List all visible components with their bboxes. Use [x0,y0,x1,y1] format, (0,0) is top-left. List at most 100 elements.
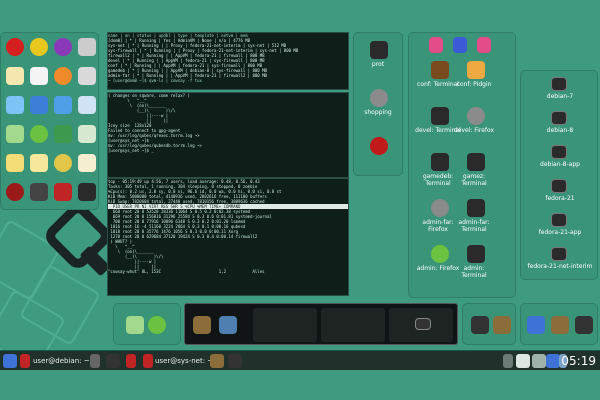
app-label: admin-far: Terminal [458,219,490,233]
taskbar-item-debian[interactable]: user@debian: ~ [33,354,90,368]
qubes-tray-icon[interactable] [546,354,560,368]
terminal-sys-net[interactable]: ( changes on sqware, come relax? ) \ ^__… [107,92,349,178]
terminal-red2-icon[interactable] [54,183,72,201]
tools-icon[interactable] [493,316,511,334]
app-label: devel: Firefox [453,127,495,134]
dock-window-slot[interactable] [253,308,317,342]
app-green-icon[interactable] [148,316,166,334]
pink-lock-icon[interactable] [429,37,443,53]
terminal-icon[interactable] [431,107,449,125]
apps-panel: conf: Terminal conf: Pidgin devel: Termina… [408,32,516,298]
terminal-icon[interactable] [467,199,485,217]
terminal-icon[interactable] [551,145,567,159]
terminal-line: [user@sys_net ~]$ _ [108,148,154,153]
terminal-icon[interactable] [30,183,48,201]
lock-icon [126,354,136,368]
firefox-gray-icon[interactable] [431,199,449,217]
template-label: debian-8-app [540,161,580,168]
disk-icon[interactable] [78,67,96,85]
app-green-icon[interactable] [30,125,48,143]
terminal-qvm-ls[interactable]: name | on | status | updbl | type | temp… [107,32,349,90]
firefox-green-icon[interactable] [431,245,449,263]
template-label: fedora-21 [545,195,575,202]
orange-app-icon[interactable] [54,67,72,85]
terminal-line: "cowsay-whut" 8L, 153C 1,2 Alles [108,269,265,274]
terminal-dark-icon[interactable] [78,183,96,201]
red-app-icon[interactable] [6,38,24,56]
template-label: fedora-21-app [538,229,582,236]
taskbar: user@debian: ~ user@sys-net: ~ 05:19 [0,350,600,370]
dock-right-panel [462,303,516,345]
terminal-icon[interactable] [431,153,449,171]
lock-icon [90,354,100,368]
clock[interactable]: 05:19 [561,353,596,369]
lock-icon [143,354,153,368]
terminal-top-htop[interactable]: top - 05:19:49 up 4:56, 7 users, load av… [107,178,349,296]
file-yellow-icon[interactable] [6,154,24,172]
terminal-icon[interactable] [228,354,242,368]
template-label: fedora-21-net-interim [527,263,593,270]
template-label: debian-8 [546,127,574,134]
settings-yellow-icon[interactable] [78,154,96,172]
firefox-gray-icon[interactable] [370,89,388,107]
app-label: admin: Terminal [461,265,487,279]
dark-terminal-icon[interactable] [370,41,388,59]
taskbar-item-sys-net[interactable]: user@sys-net: ~ [155,354,213,368]
blue-lock-icon[interactable] [453,37,467,53]
terminal-icon[interactable] [551,179,567,193]
mid-panel: prot shopping [353,32,403,176]
file-green-icon[interactable] [126,316,144,334]
pidgin-icon[interactable] [467,61,485,79]
chat-green-icon[interactable] [54,125,72,143]
tools-icon[interactable] [210,354,224,368]
qubes-logo-tail [79,245,111,277]
mid-panel-label: prot [371,61,385,68]
terminal-icon[interactable] [551,111,567,125]
qubes-menu-icon[interactable] [3,354,17,368]
dock-far-right-panel [520,303,598,345]
main-dock [184,303,458,345]
terminal-orange-icon[interactable] [431,61,449,79]
tools-icon[interactable] [551,316,569,334]
purple-app-icon[interactable] [54,38,72,56]
pink-lock2-icon[interactable] [477,37,491,53]
terminal-prompt: ~ [user@dom0 ~]$ qvm-ls | cowsay -f tux [108,78,202,83]
settings-green-icon[interactable] [78,125,96,143]
terminal-icon[interactable] [415,318,431,330]
settings-blue-icon[interactable] [78,96,96,114]
terminal-red-icon[interactable] [6,183,24,201]
terminal-icon[interactable] [551,247,567,261]
terminal-icon[interactable] [467,153,485,171]
yellow-app-icon[interactable] [30,38,48,56]
dock-window-slot[interactable] [321,308,385,342]
dock-left-panel [113,303,181,345]
settings-icon[interactable] [532,354,546,368]
anarchy-icon[interactable] [370,137,388,155]
template-label: debian-7 [546,93,574,100]
terminal-icon[interactable] [551,77,567,91]
qubes-logo-icon[interactable] [527,316,545,334]
tools-icon[interactable] [193,316,211,334]
bird-blue-icon[interactable] [54,96,72,114]
doc-yellow-icon[interactable] [30,154,48,172]
firefox-gray-icon[interactable] [467,107,485,125]
folder-icon[interactable] [219,316,237,334]
terminal-icon[interactable] [551,213,567,227]
lock-icon [20,354,30,368]
notification-icon[interactable] [503,354,513,368]
file-icon[interactable] [6,67,24,85]
trash-icon[interactable] [78,38,96,56]
terminal-icon[interactable] [467,245,485,263]
chat-blue-icon[interactable] [30,96,48,114]
network-icon[interactable] [516,354,530,368]
terminal-icon[interactable] [106,354,120,368]
terminal-icon[interactable] [575,316,593,334]
launcher-panel [0,32,99,210]
mid-panel-label: shopping [364,109,392,116]
terminal-icon[interactable] [471,316,489,334]
app-yellow-icon[interactable] [54,154,72,172]
app-label: gamez: Terminal [461,173,487,187]
file-blue-icon[interactable] [6,96,24,114]
file-green-icon[interactable] [6,125,24,143]
document-icon[interactable] [30,67,48,85]
